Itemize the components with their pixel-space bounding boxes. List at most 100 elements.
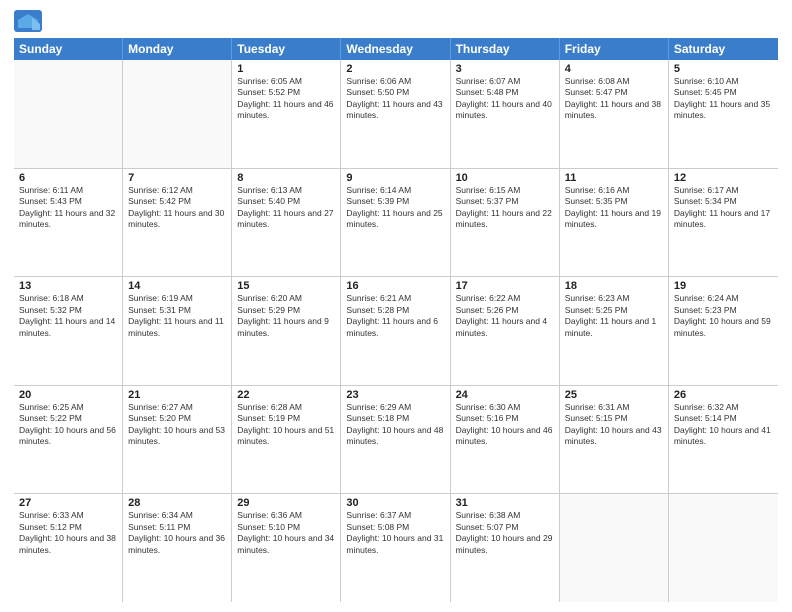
calendar-day-11: 11Sunrise: 6:16 AM Sunset: 5:35 PM Dayli… — [560, 169, 669, 277]
calendar-week-1: 1Sunrise: 6:05 AM Sunset: 5:52 PM Daylig… — [14, 60, 778, 169]
day-number: 18 — [565, 280, 663, 292]
day-info: Sunrise: 6:33 AM Sunset: 5:12 PM Dayligh… — [19, 510, 117, 556]
calendar-empty-cell — [123, 60, 232, 168]
calendar-day-12: 12Sunrise: 6:17 AM Sunset: 5:34 PM Dayli… — [669, 169, 778, 277]
day-number: 31 — [456, 497, 554, 509]
day-number: 17 — [456, 280, 554, 292]
day-number: 14 — [128, 280, 226, 292]
day-number: 21 — [128, 389, 226, 401]
day-number: 4 — [565, 63, 663, 75]
day-info: Sunrise: 6:08 AM Sunset: 5:47 PM Dayligh… — [565, 76, 663, 122]
calendar-day-20: 20Sunrise: 6:25 AM Sunset: 5:22 PM Dayli… — [14, 386, 123, 494]
calendar-day-9: 9Sunrise: 6:14 AM Sunset: 5:39 PM Daylig… — [341, 169, 450, 277]
day-number: 30 — [346, 497, 444, 509]
day-info: Sunrise: 6:10 AM Sunset: 5:45 PM Dayligh… — [674, 76, 773, 122]
day-number: 28 — [128, 497, 226, 509]
calendar-week-4: 20Sunrise: 6:25 AM Sunset: 5:22 PM Dayli… — [14, 386, 778, 495]
day-number: 20 — [19, 389, 117, 401]
day-info: Sunrise: 6:31 AM Sunset: 5:15 PM Dayligh… — [565, 402, 663, 448]
calendar-header-row: SundayMondayTuesdayWednesdayThursdayFrid… — [14, 38, 778, 60]
day-info: Sunrise: 6:12 AM Sunset: 5:42 PM Dayligh… — [128, 185, 226, 231]
day-header-friday: Friday — [560, 38, 669, 60]
day-number: 1 — [237, 63, 335, 75]
calendar-day-14: 14Sunrise: 6:19 AM Sunset: 5:31 PM Dayli… — [123, 277, 232, 385]
calendar: SundayMondayTuesdayWednesdayThursdayFrid… — [14, 38, 778, 602]
day-info: Sunrise: 6:07 AM Sunset: 5:48 PM Dayligh… — [456, 76, 554, 122]
day-info: Sunrise: 6:16 AM Sunset: 5:35 PM Dayligh… — [565, 185, 663, 231]
calendar-body: 1Sunrise: 6:05 AM Sunset: 5:52 PM Daylig… — [14, 60, 778, 602]
day-info: Sunrise: 6:05 AM Sunset: 5:52 PM Dayligh… — [237, 76, 335, 122]
day-info: Sunrise: 6:19 AM Sunset: 5:31 PM Dayligh… — [128, 293, 226, 339]
calendar-day-10: 10Sunrise: 6:15 AM Sunset: 5:37 PM Dayli… — [451, 169, 560, 277]
calendar-empty-cell — [14, 60, 123, 168]
day-number: 3 — [456, 63, 554, 75]
day-number: 15 — [237, 280, 335, 292]
calendar-day-6: 6Sunrise: 6:11 AM Sunset: 5:43 PM Daylig… — [14, 169, 123, 277]
day-info: Sunrise: 6:13 AM Sunset: 5:40 PM Dayligh… — [237, 185, 335, 231]
calendar-empty-cell — [669, 494, 778, 602]
calendar-day-15: 15Sunrise: 6:20 AM Sunset: 5:29 PM Dayli… — [232, 277, 341, 385]
day-number: 19 — [674, 280, 773, 292]
calendar-day-25: 25Sunrise: 6:31 AM Sunset: 5:15 PM Dayli… — [560, 386, 669, 494]
day-info: Sunrise: 6:30 AM Sunset: 5:16 PM Dayligh… — [456, 402, 554, 448]
calendar-week-3: 13Sunrise: 6:18 AM Sunset: 5:32 PM Dayli… — [14, 277, 778, 386]
day-number: 5 — [674, 63, 773, 75]
day-info: Sunrise: 6:22 AM Sunset: 5:26 PM Dayligh… — [456, 293, 554, 339]
day-info: Sunrise: 6:25 AM Sunset: 5:22 PM Dayligh… — [19, 402, 117, 448]
day-header-tuesday: Tuesday — [232, 38, 341, 60]
calendar-day-29: 29Sunrise: 6:36 AM Sunset: 5:10 PM Dayli… — [232, 494, 341, 602]
day-info: Sunrise: 6:24 AM Sunset: 5:23 PM Dayligh… — [674, 293, 773, 339]
calendar-day-17: 17Sunrise: 6:22 AM Sunset: 5:26 PM Dayli… — [451, 277, 560, 385]
day-info: Sunrise: 6:37 AM Sunset: 5:08 PM Dayligh… — [346, 510, 444, 556]
calendar-day-23: 23Sunrise: 6:29 AM Sunset: 5:18 PM Dayli… — [341, 386, 450, 494]
calendar-day-8: 8Sunrise: 6:13 AM Sunset: 5:40 PM Daylig… — [232, 169, 341, 277]
day-number: 7 — [128, 172, 226, 184]
calendar-day-19: 19Sunrise: 6:24 AM Sunset: 5:23 PM Dayli… — [669, 277, 778, 385]
calendar-day-31: 31Sunrise: 6:38 AM Sunset: 5:07 PM Dayli… — [451, 494, 560, 602]
day-number: 13 — [19, 280, 117, 292]
day-number: 8 — [237, 172, 335, 184]
day-header-monday: Monday — [123, 38, 232, 60]
day-info: Sunrise: 6:18 AM Sunset: 5:32 PM Dayligh… — [19, 293, 117, 339]
calendar-day-13: 13Sunrise: 6:18 AM Sunset: 5:32 PM Dayli… — [14, 277, 123, 385]
calendar-page: SundayMondayTuesdayWednesdayThursdayFrid… — [0, 0, 792, 612]
day-info: Sunrise: 6:38 AM Sunset: 5:07 PM Dayligh… — [456, 510, 554, 556]
day-info: Sunrise: 6:34 AM Sunset: 5:11 PM Dayligh… — [128, 510, 226, 556]
day-info: Sunrise: 6:28 AM Sunset: 5:19 PM Dayligh… — [237, 402, 335, 448]
day-number: 26 — [674, 389, 773, 401]
day-header-wednesday: Wednesday — [341, 38, 450, 60]
day-header-saturday: Saturday — [669, 38, 778, 60]
day-info: Sunrise: 6:17 AM Sunset: 5:34 PM Dayligh… — [674, 185, 773, 231]
day-info: Sunrise: 6:15 AM Sunset: 5:37 PM Dayligh… — [456, 185, 554, 231]
calendar-day-2: 2Sunrise: 6:06 AM Sunset: 5:50 PM Daylig… — [341, 60, 450, 168]
calendar-day-5: 5Sunrise: 6:10 AM Sunset: 5:45 PM Daylig… — [669, 60, 778, 168]
calendar-week-2: 6Sunrise: 6:11 AM Sunset: 5:43 PM Daylig… — [14, 169, 778, 278]
day-info: Sunrise: 6:27 AM Sunset: 5:20 PM Dayligh… — [128, 402, 226, 448]
day-info: Sunrise: 6:21 AM Sunset: 5:28 PM Dayligh… — [346, 293, 444, 339]
calendar-day-30: 30Sunrise: 6:37 AM Sunset: 5:08 PM Dayli… — [341, 494, 450, 602]
calendar-day-26: 26Sunrise: 6:32 AM Sunset: 5:14 PM Dayli… — [669, 386, 778, 494]
day-info: Sunrise: 6:11 AM Sunset: 5:43 PM Dayligh… — [19, 185, 117, 231]
calendar-day-16: 16Sunrise: 6:21 AM Sunset: 5:28 PM Dayli… — [341, 277, 450, 385]
day-info: Sunrise: 6:20 AM Sunset: 5:29 PM Dayligh… — [237, 293, 335, 339]
calendar-empty-cell — [560, 494, 669, 602]
day-header-sunday: Sunday — [14, 38, 123, 60]
header — [14, 10, 778, 32]
calendar-day-1: 1Sunrise: 6:05 AM Sunset: 5:52 PM Daylig… — [232, 60, 341, 168]
calendar-day-24: 24Sunrise: 6:30 AM Sunset: 5:16 PM Dayli… — [451, 386, 560, 494]
day-number: 6 — [19, 172, 117, 184]
day-number: 10 — [456, 172, 554, 184]
calendar-day-18: 18Sunrise: 6:23 AM Sunset: 5:25 PM Dayli… — [560, 277, 669, 385]
day-info: Sunrise: 6:06 AM Sunset: 5:50 PM Dayligh… — [346, 76, 444, 122]
logo-icon — [14, 10, 42, 32]
day-number: 9 — [346, 172, 444, 184]
day-info: Sunrise: 6:23 AM Sunset: 5:25 PM Dayligh… — [565, 293, 663, 339]
day-number: 29 — [237, 497, 335, 509]
logo — [14, 10, 46, 32]
calendar-day-28: 28Sunrise: 6:34 AM Sunset: 5:11 PM Dayli… — [123, 494, 232, 602]
calendar-day-21: 21Sunrise: 6:27 AM Sunset: 5:20 PM Dayli… — [123, 386, 232, 494]
day-number: 23 — [346, 389, 444, 401]
day-number: 16 — [346, 280, 444, 292]
day-header-thursday: Thursday — [451, 38, 560, 60]
day-number: 12 — [674, 172, 773, 184]
